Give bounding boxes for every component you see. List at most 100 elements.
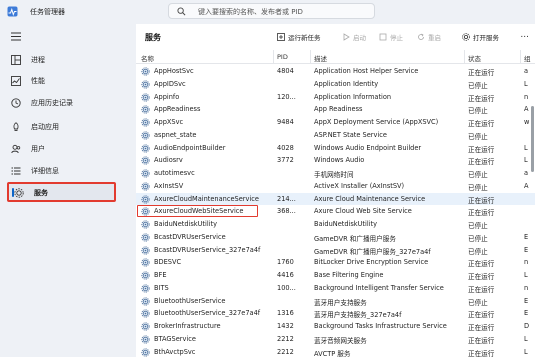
sidebar-item-label: 启动应用: [31, 123, 59, 131]
service-pid: 2212: [277, 334, 294, 343]
service-pid: 120...: [277, 92, 296, 101]
service-description: ActiveX Installer (AxInstSV): [314, 181, 405, 190]
table-row[interactable]: BcastDVRUserService GameDVR 和广播用户服务 已停止 E: [136, 231, 535, 244]
service-group: L: [524, 334, 528, 343]
service-gear-icon: [141, 335, 150, 344]
column-header-name[interactable]: 名称: [141, 53, 154, 63]
column-divider[interactable]: [310, 50, 311, 64]
service-name: AxureCloudWebSiteService: [154, 207, 244, 216]
service-gear-icon: [141, 347, 150, 357]
table-row[interactable]: AxInstSV ActiveX Installer (AxInstSV) 已停止 A: [136, 180, 535, 193]
column-header-status[interactable]: 状态: [468, 53, 481, 63]
performance-icon: [11, 76, 21, 86]
service-gear-icon: [141, 143, 150, 153]
table-row[interactable]: AxureCloudMaintenanceService 214... Axure …: [136, 192, 535, 206]
table-row[interactable]: AppXSvc 9484 AppX Deployment Service (AppX…: [136, 116, 535, 129]
service-status: 已停止: [468, 247, 488, 256]
restart-label: 重启: [428, 34, 441, 42]
service-pid: 3772: [277, 156, 294, 165]
column-header-group[interactable]: 组: [524, 53, 531, 63]
startup-icon: [13, 122, 19, 131]
sidebar-item-processes[interactable]: 进程: [6, 51, 118, 69]
hamburger-menu-icon[interactable]: [11, 32, 21, 41]
services-icon: [14, 188, 24, 198]
service-name: AppXSvc: [154, 118, 184, 126]
table-row[interactable]: AxureCloudWebSiteService 368... Axure Clou…: [136, 205, 535, 218]
table-row[interactable]: AudioEndpointBuilder 4028 Windows Audio En…: [136, 142, 535, 155]
table-row[interactable]: autotimesvc 手机网络时间 已停止 a: [136, 167, 535, 180]
service-status: 正在运行: [468, 260, 495, 269]
service-description: Axure Cloud Web Site Service: [314, 207, 412, 216]
sidebar-item-app-history[interactable]: 应用历史记录: [6, 94, 118, 112]
service-description: BitLocker Drive Encryption Service: [314, 258, 429, 267]
service-name: Appinfo: [154, 92, 180, 101]
table-row[interactable]: BDESVC 1760 BitLocker Drive Encryption Ser…: [136, 256, 535, 269]
table-row[interactable]: BrokerInfrastructure 1432 Background Tasks…: [136, 320, 535, 333]
stop-button[interactable]: 停止: [379, 32, 403, 42]
service-status: 正在运行: [468, 69, 495, 77]
table-row[interactable]: BluetoothUserService_327e7a4f 1316 蓝牙用户支持服…: [136, 307, 535, 320]
table-row[interactable]: Audiosrv 3772 Windows Audio 正在运行 L: [136, 154, 535, 167]
service-pid: 4028: [277, 143, 294, 152]
page-title: 服务: [145, 33, 161, 42]
vertical-scrollbar[interactable]: [531, 106, 534, 172]
sidebar-item-label: 详细信息: [31, 167, 59, 175]
open-services-button[interactable]: 打开服务: [462, 32, 499, 42]
run-new-task-button[interactable]: 运行新任务: [277, 32, 321, 42]
service-status: 正在运行: [468, 209, 495, 218]
column-divider[interactable]: [520, 50, 521, 64]
sidebar-item-performance[interactable]: 性能: [6, 72, 118, 90]
service-group: n: [524, 283, 529, 292]
service-gear-icon: [141, 271, 150, 280]
service-status: 正在运行: [468, 324, 495, 332]
start-label: 启动: [353, 34, 366, 42]
service-pid: 1760: [277, 258, 294, 267]
start-button[interactable]: 启动: [342, 32, 366, 42]
service-name: AppHostSvc: [154, 67, 194, 75]
service-name: AudioEndpointBuilder: [154, 143, 226, 152]
service-name: BTAGService: [154, 334, 196, 343]
table-row[interactable]: BaiduNetdiskUtility BaiduNetdiskUtility 已停…: [136, 218, 535, 231]
details-icon: [11, 167, 21, 175]
table-row[interactable]: BITS 100... Background Intelligent Transfe…: [136, 282, 535, 295]
service-name: aspnet_state: [154, 130, 197, 139]
service-group: A: [524, 181, 529, 190]
column-divider[interactable]: [273, 50, 274, 64]
service-status: 已停止: [468, 132, 488, 141]
column-divider[interactable]: [464, 50, 465, 64]
service-gear-icon: [141, 156, 150, 165]
table-row[interactable]: BTAGService 2212 蓝牙音频网关服务 正在运行 L: [136, 333, 535, 346]
table-row[interactable]: AppReadiness App Readiness 已停止 A: [136, 103, 535, 116]
service-gear-icon: [141, 284, 150, 293]
table-row[interactable]: Appinfo 120... Application Information 正在运行…: [136, 91, 535, 104]
table-row[interactable]: aspnet_state ASP.NET State Service 已停止: [136, 129, 535, 142]
table-row[interactable]: BthAvctpSvc 2212 AVCTP 服务 正在运行 L: [136, 346, 535, 357]
run-task-icon: [277, 33, 285, 41]
search-box[interactable]: 键入要搜索的名称、发布者或 PID: [168, 3, 375, 19]
service-name: BaiduNetdiskUtility: [154, 220, 218, 228]
table-row[interactable]: BFE 4416 Base Filtering Engine 正在运行 L: [136, 269, 535, 282]
sidebar-item-details[interactable]: 详细信息: [6, 162, 118, 180]
service-name: BluetoothUserService_327e7a4f: [154, 309, 261, 318]
more-options-button[interactable]: ...: [520, 30, 529, 40]
sidebar-item-users[interactable]: 用户: [6, 140, 118, 158]
table-row[interactable]: BcastDVRUserService_327e7a4f GameDVR 和广播用…: [136, 244, 535, 257]
service-status: 正在运行: [468, 196, 495, 205]
column-header-description[interactable]: 描述: [314, 53, 327, 63]
stop-icon: [379, 33, 387, 41]
service-name: BcastDVRUserService: [154, 232, 226, 241]
column-header-pid[interactable]: ˄ PID: [277, 50, 288, 61]
service-description: BaiduNetdiskUtility: [314, 220, 378, 228]
restart-button[interactable]: 重启: [417, 32, 441, 42]
sidebar-item-startup[interactable]: 启动应用: [6, 118, 118, 136]
table-row[interactable]: AppIDSvc Application Identity 已停止 L: [136, 78, 535, 91]
service-pid: 368...: [277, 207, 296, 216]
service-name: BITS: [154, 283, 169, 292]
service-pid: 4416: [277, 271, 294, 279]
sidebar-item-services[interactable]: 服务: [7, 182, 116, 202]
sidebar-item-label: 进程: [31, 56, 45, 64]
service-description: AppX Deployment Service (AppXSVC): [314, 118, 439, 126]
table-row[interactable]: AppHostSvc 4804 Application Host Helper Se…: [136, 65, 535, 78]
table-row[interactable]: BluetoothUserService 蓝牙用户支持服务 已停止 E: [136, 295, 535, 308]
sidebar-item-label: 服务: [34, 189, 48, 197]
